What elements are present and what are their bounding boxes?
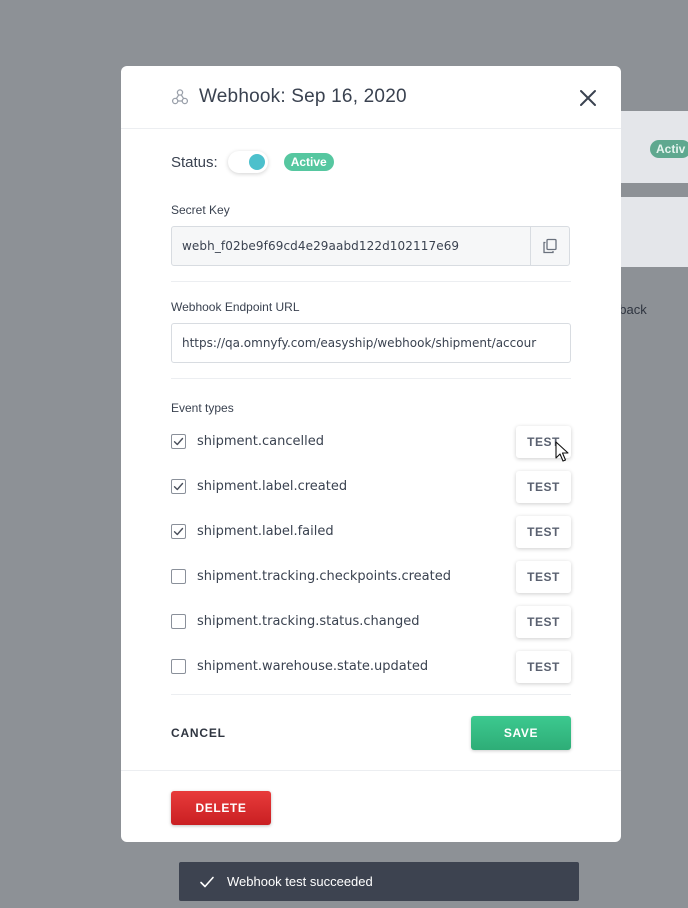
event-row: shipment.cancelled TEST xyxy=(171,419,571,464)
status-badge: Active xyxy=(283,153,334,171)
event-row: shipment.tracking.checkpoints.created TE… xyxy=(171,554,571,599)
background-status-badge: Activ xyxy=(650,140,688,158)
event-name: shipment.tracking.status.changed xyxy=(197,614,420,629)
cancel-button[interactable]: CANCEL xyxy=(171,726,226,740)
modal-header: Webhook: Sep 16, 2020 xyxy=(121,66,621,129)
test-button[interactable]: TEST xyxy=(516,560,571,593)
event-types-label: Event types xyxy=(171,401,234,415)
modal-title: Webhook: Sep 16, 2020 xyxy=(199,86,407,107)
checkmark-icon xyxy=(173,437,184,446)
event-name: shipment.label.failed xyxy=(197,524,334,539)
save-button[interactable]: SAVE xyxy=(471,715,571,750)
toast-notification: Webhook test succeeded xyxy=(179,862,579,901)
copy-icon[interactable] xyxy=(530,227,569,265)
event-checkbox[interactable] xyxy=(171,659,186,674)
mouse-cursor-icon xyxy=(555,441,569,462)
secret-key-field: webh_f02be9f69cd4e29aabd122d102117e69 xyxy=(171,226,570,266)
close-icon[interactable] xyxy=(577,87,599,109)
toggle-knob xyxy=(248,154,265,170)
endpoint-url-label: Webhook Endpoint URL xyxy=(171,300,300,314)
event-checkbox[interactable] xyxy=(171,569,186,584)
event-checkbox[interactable] xyxy=(171,614,186,629)
event-row: shipment.tracking.status.changed TEST xyxy=(171,599,571,644)
event-name: shipment.tracking.checkpoints.created xyxy=(197,569,451,584)
event-name: shipment.warehouse.state.updated xyxy=(197,659,429,674)
event-list: shipment.cancelled TEST shipment.label.c… xyxy=(171,419,571,689)
divider xyxy=(171,281,571,282)
secret-key-label: Secret Key xyxy=(171,203,230,217)
test-button[interactable]: TEST xyxy=(516,650,571,683)
event-checkbox[interactable] xyxy=(171,479,186,494)
status-toggle[interactable] xyxy=(227,151,268,173)
checkmark-icon xyxy=(173,527,184,536)
delete-button[interactable]: DELETE xyxy=(171,790,271,825)
test-button[interactable]: TEST xyxy=(516,515,571,548)
event-checkbox[interactable] xyxy=(171,524,186,539)
endpoint-url-input[interactable] xyxy=(171,323,571,363)
status-row: Status: Active xyxy=(171,129,571,195)
event-name: shipment.label.created xyxy=(197,479,348,494)
secret-key-value: webh_f02be9f69cd4e29aabd122d102117e69 xyxy=(182,239,460,253)
checkmark-icon xyxy=(173,482,184,491)
status-label: Status: xyxy=(171,153,218,171)
divider xyxy=(171,378,571,379)
event-checkbox[interactable] xyxy=(171,434,186,449)
webhook-icon xyxy=(171,88,189,106)
checkmark-icon xyxy=(200,876,214,887)
modal-footer: DELETE xyxy=(121,770,621,842)
webhook-modal: Webhook: Sep 16, 2020 Status: Active Sec… xyxy=(121,66,621,842)
event-row: shipment.warehouse.state.updated TEST xyxy=(171,644,571,689)
toast-text: Webhook test succeeded xyxy=(227,874,373,889)
test-button[interactable]: TEST xyxy=(516,470,571,503)
event-row: shipment.label.failed TEST xyxy=(171,509,571,554)
event-name: shipment.cancelled xyxy=(197,434,324,449)
modal-actions: CANCEL SAVE xyxy=(171,695,571,770)
event-row: shipment.label.created TEST xyxy=(171,464,571,509)
test-button[interactable]: TEST xyxy=(516,605,571,638)
